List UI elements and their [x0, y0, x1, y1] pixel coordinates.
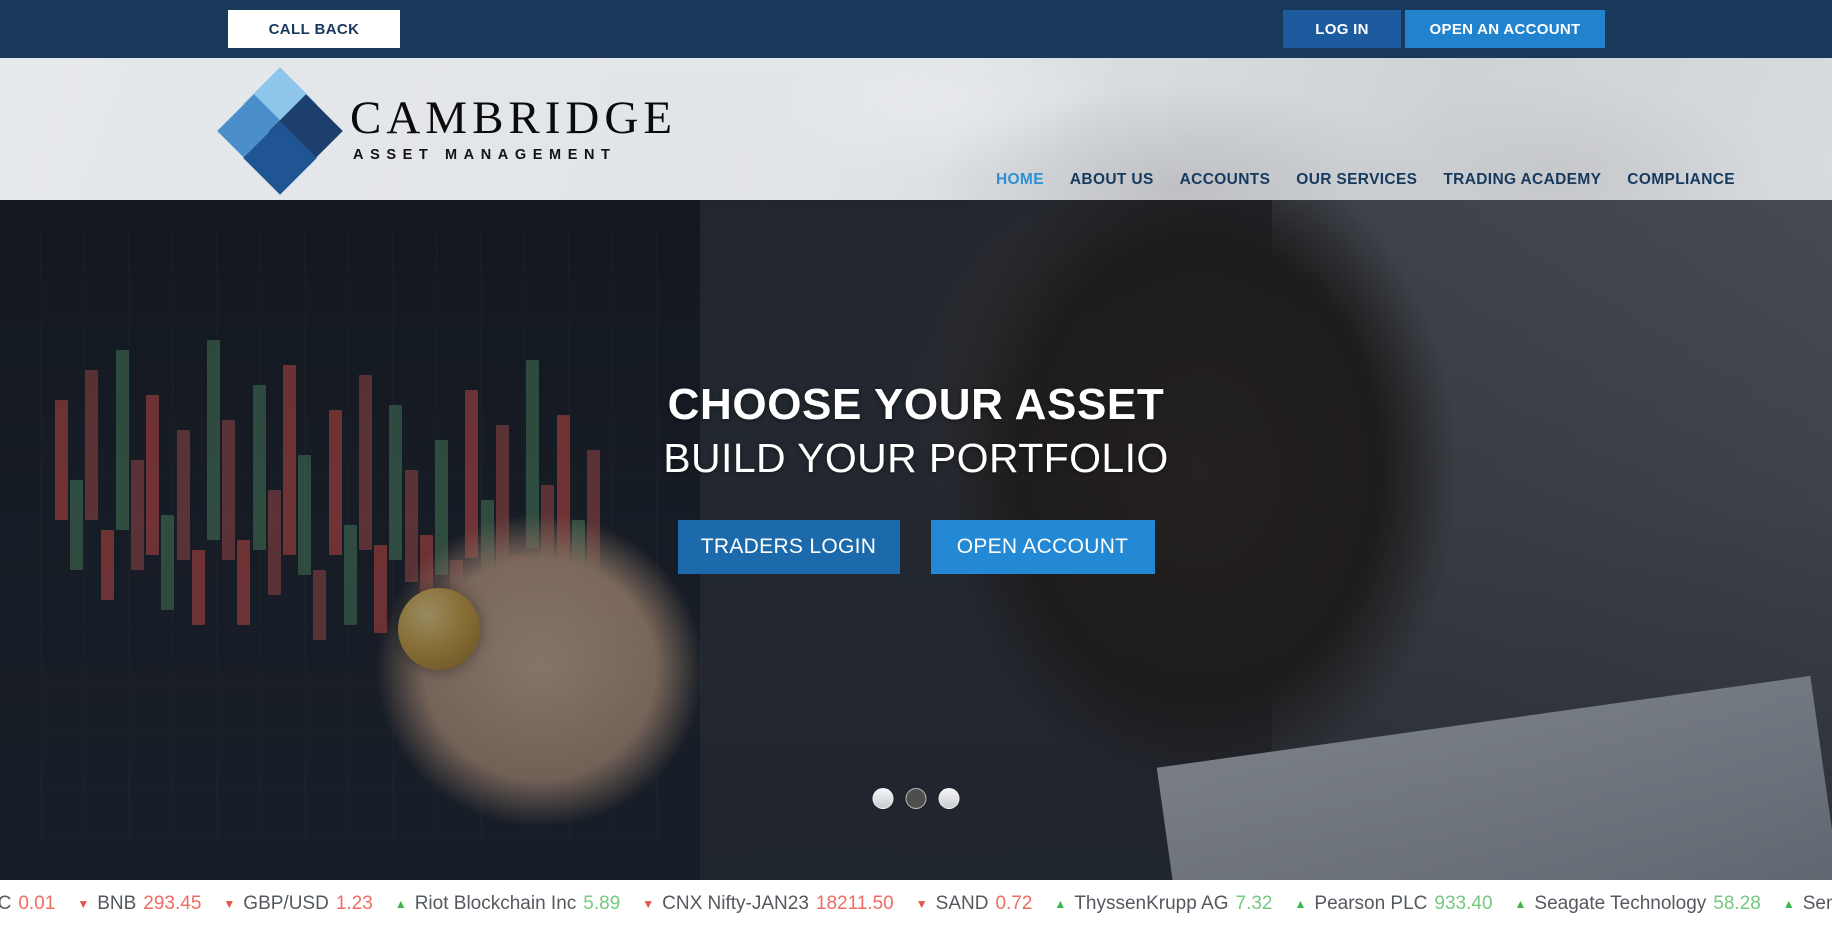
arrow-up-icon: ▲	[1782, 897, 1795, 911]
ticker-item[interactable]: ▲ ThyssenKrupp AG 7.32	[1054, 893, 1272, 915]
ticker-item[interactable]: ▼ GBP/USD 1.23	[223, 893, 372, 915]
hero-headline: CHOOSE YOUR ASSET	[667, 380, 1165, 429]
carousel-dot-2[interactable]	[905, 788, 927, 809]
nav-item-accounts[interactable]: ACCOUNTS	[1167, 171, 1284, 189]
call-back-button[interactable]: CALL BACK	[228, 10, 400, 48]
arrow-up-icon: ▲	[394, 897, 407, 911]
ticker-symbol: BNB	[97, 893, 137, 914]
ticker-item[interactable]: ▼ SAND 0.72	[916, 893, 1033, 915]
arrow-up-icon: ▲	[1514, 897, 1527, 911]
open-an-account-button[interactable]: OPEN AN ACCOUNT	[1405, 10, 1605, 48]
ticker-value: 933.40	[1434, 893, 1493, 914]
site-logo[interactable]: CAMBRIDGE ASSET MANAGEMENT	[217, 67, 677, 195]
ticker-value: 0.72	[995, 893, 1033, 914]
ticker-item[interactable]: ▼ CNX Nifty-JAN23 18211.50	[642, 893, 893, 915]
ticker-item[interactable]: ▲ Seagate Technology 58.28	[1515, 893, 1761, 915]
ticker-value: 1.23	[335, 893, 373, 914]
carousel-dots	[872, 788, 960, 809]
ticker-item[interactable]: ▼ BNB 293.45	[77, 893, 201, 915]
arrow-down-icon: ▼	[915, 897, 928, 911]
ticker-symbol: ThyssenKrupp AG	[1074, 893, 1229, 914]
nav-item-compliance[interactable]: COMPLIANCE	[1614, 171, 1748, 189]
ticker-value: 18211.50	[815, 893, 894, 914]
top-utility-bar: CALL BACK LOG IN OPEN AN ACCOUNT	[0, 0, 1832, 58]
market-ticker-bar[interactable]: TC 0.01 ▼ BNB 293.45 ▼ GBP/USD 1.23 ▲ Riot Blockc…	[0, 880, 1832, 928]
ticker-symbol: SAND	[935, 893, 989, 914]
nav-item-trading-academy[interactable]: TRADING ACADEMY	[1430, 171, 1614, 189]
open-account-button[interactable]: OPEN ACCOUNT	[930, 520, 1155, 575]
ticker-symbol: CNX Nifty-JAN23	[662, 893, 809, 914]
arrow-up-icon: ▲	[1294, 897, 1307, 911]
traders-login-button[interactable]: TRADERS LOGIN	[677, 520, 900, 575]
ticker-value: 58.28	[1713, 893, 1761, 914]
site-header: CAMBRIDGE ASSET MANAGEMENT HOME ABOUT US…	[0, 58, 1832, 200]
ticker-value: 0.01	[18, 893, 56, 914]
hero-subheadline: BUILD YOUR PORTFOLIO	[663, 435, 1169, 482]
logo-text: CAMBRIDGE ASSET MANAGEMENT	[350, 94, 677, 163]
carousel-dot-1[interactable]	[872, 788, 894, 809]
hero-cta-group: TRADERS LOGIN OPEN ACCOUNT	[677, 520, 1155, 575]
nav-item-our-services[interactable]: OUR SERVICES	[1283, 171, 1430, 189]
ticker-symbol: Riot Blockchain Inc	[414, 893, 577, 914]
nav-item-about-us[interactable]: ABOUT US	[1057, 171, 1167, 189]
ticker-item[interactable]: TC 0.01	[0, 893, 55, 915]
ticker-item[interactable]: ▲Sentinelone Inc14.23	[1783, 893, 1832, 915]
ticker-value: 5.89	[583, 893, 621, 914]
ticker-items: TC 0.01 ▼ BNB 293.45 ▼ GBP/USD 1.23 ▲ Riot Blockc…	[0, 893, 1832, 915]
ticker-symbol: Pearson PLC	[1314, 893, 1428, 914]
ticker-value: 293.45	[143, 893, 202, 914]
arrow-down-icon: ▼	[77, 897, 90, 911]
diamond-logo-icon	[217, 67, 343, 195]
ticker-item[interactable]: ▲ Riot Blockchain Inc 5.89	[395, 893, 620, 915]
carousel-dot-3[interactable]	[938, 788, 960, 809]
logo-company-name: CAMBRIDGE	[350, 92, 678, 145]
hero-carousel: CHOOSE YOUR ASSET BUILD YOUR PORTFOLIO T…	[0, 200, 1832, 880]
log-in-button[interactable]: LOG IN	[1283, 10, 1401, 48]
logo-tagline: ASSET MANAGEMENT	[353, 146, 617, 163]
ticker-symbol: TC	[0, 893, 12, 914]
ticker-symbol: GBP/USD	[243, 893, 329, 914]
main-navigation: HOME ABOUT US ACCOUNTS OUR SERVICES TRAD…	[983, 171, 1748, 189]
ticker-symbol: Seagate Technology	[1534, 893, 1707, 914]
nav-item-home[interactable]: HOME	[983, 171, 1057, 189]
arrow-up-icon: ▲	[1054, 897, 1067, 911]
hero-content: CHOOSE YOUR ASSET BUILD YOUR PORTFOLIO T…	[0, 200, 1832, 880]
ticker-symbol: Sentinelone Inc	[1802, 893, 1832, 914]
ticker-value: 7.32	[1235, 893, 1273, 914]
arrow-down-icon: ▼	[223, 897, 236, 911]
arrow-down-icon: ▼	[642, 897, 655, 911]
ticker-item[interactable]: ▲ Pearson PLC 933.40	[1295, 893, 1493, 915]
